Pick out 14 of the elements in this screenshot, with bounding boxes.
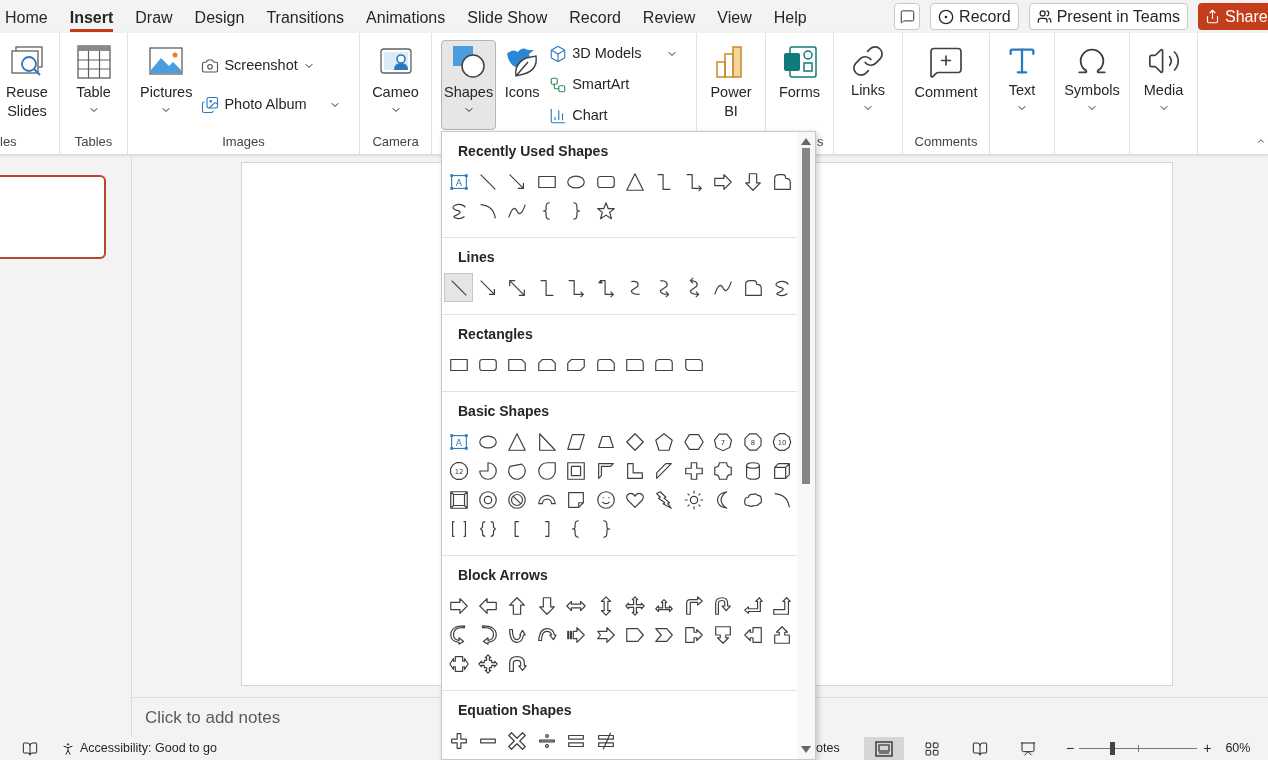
section-heading: Basic Shapes <box>457 401 551 421</box>
section-heading: Block Arrows <box>457 565 549 585</box>
group-label: Comments <box>913 133 979 151</box>
group-label: Images <box>221 133 266 151</box>
group-label: Camera <box>371 133 420 151</box>
section-heading: Lines <box>457 247 496 267</box>
section-heading: Recently Used Shapes <box>457 141 610 161</box>
group-label: s <box>817 133 824 151</box>
group-label: les <box>0 133 18 151</box>
section-heading: Equation Shapes <box>457 700 573 720</box>
section-heading: Rectangles <box>457 324 534 344</box>
textbox-icon: A <box>450 433 468 450</box>
textbox-icon: A <box>450 173 468 190</box>
group-label: Tables <box>73 133 114 151</box>
